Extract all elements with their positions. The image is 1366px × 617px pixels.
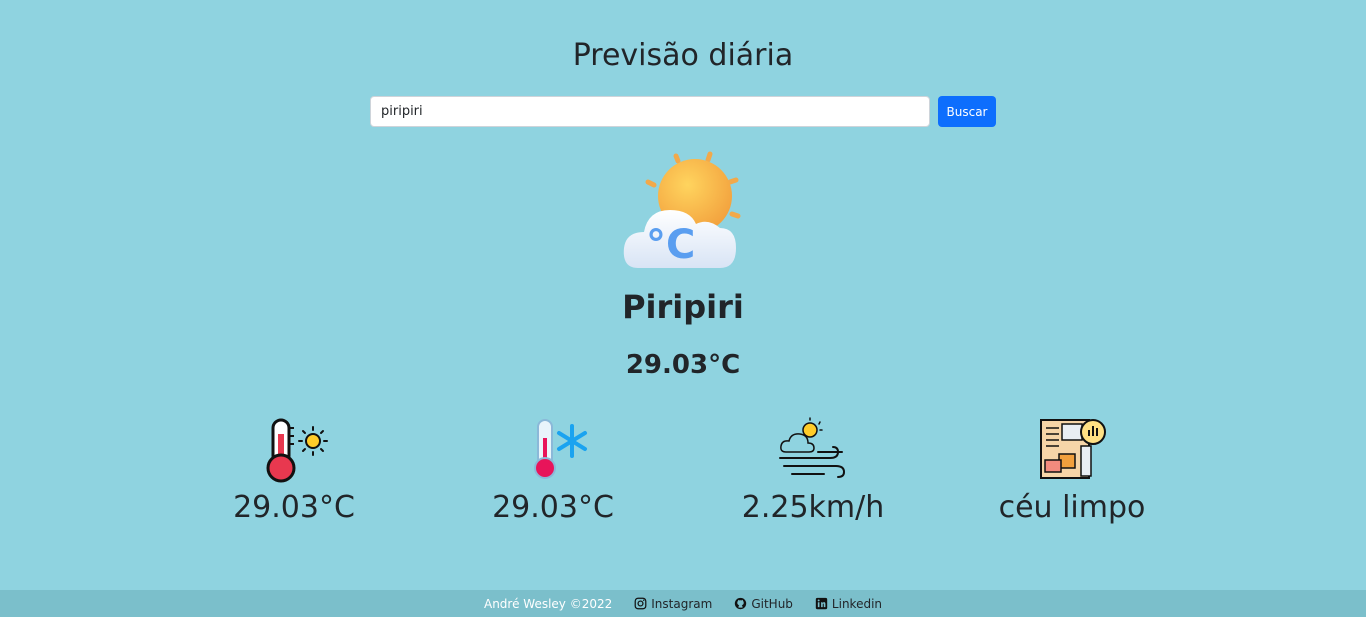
linkedin-icon xyxy=(815,597,828,610)
stat-min-temperature: 29.03°C xyxy=(423,416,683,525)
wind-cloud-icon xyxy=(779,417,846,478)
copyright: André Wesley ©2022 xyxy=(483,596,613,611)
city-name: Piripiri xyxy=(622,288,744,326)
footer: André Wesley ©2022 Instagram GitHub Link… xyxy=(0,590,1366,617)
linkedin-link[interactable]: Linkedin xyxy=(815,597,882,611)
page-title: Previsão diária xyxy=(572,38,794,73)
search-input[interactable] xyxy=(370,96,930,127)
instagram-link[interactable]: Instagram xyxy=(634,597,712,611)
search-button[interactable]: Buscar xyxy=(938,96,996,127)
stat-value: céu limpo xyxy=(998,490,1146,525)
github-icon xyxy=(735,597,747,610)
svg-text:°C: °C xyxy=(646,222,695,268)
instagram-label: Instagram xyxy=(651,596,713,611)
thermometer-snowflake-icon xyxy=(534,419,587,479)
stat-value: 29.03°C xyxy=(233,490,355,525)
stat-max-temperature: 29.03°C xyxy=(164,416,424,525)
github-label: GitHub xyxy=(751,596,793,611)
current-temperature: 29.03°C xyxy=(625,350,741,380)
stat-value: 2.25km/h xyxy=(741,490,885,525)
linkedin-label: Linkedin xyxy=(831,596,883,611)
search-bar: Buscar xyxy=(370,96,996,127)
sun-cloud-celsius-icon: °C xyxy=(623,151,741,268)
stat-value: 29.03°C xyxy=(492,490,614,525)
instagram-icon xyxy=(634,597,647,610)
stat-wind-speed: 2.25km/h xyxy=(683,416,943,525)
thermometer-sun-icon xyxy=(266,418,328,483)
weather-report-icon xyxy=(1040,419,1106,479)
stat-description: céu limpo xyxy=(942,416,1202,525)
github-link[interactable]: GitHub xyxy=(734,597,793,611)
